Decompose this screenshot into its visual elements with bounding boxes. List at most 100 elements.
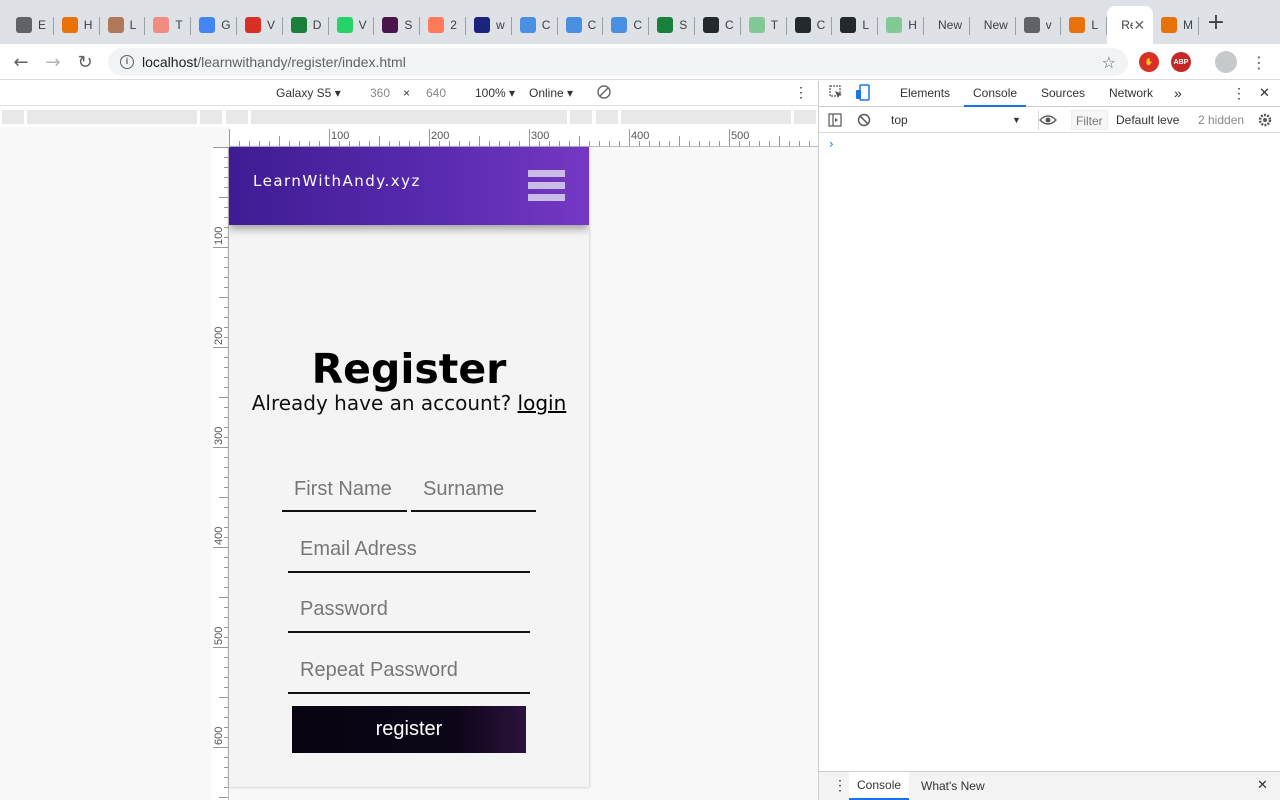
first-name-input[interactable]: First Name bbox=[282, 468, 407, 512]
tab-title: L bbox=[129, 18, 137, 32]
browser-tab[interactable]: C bbox=[512, 8, 558, 42]
register-button[interactable]: register bbox=[292, 706, 526, 753]
browser-tab[interactable]: L bbox=[1061, 8, 1108, 42]
devtools-tab-bar: Elements Console Sources Network » ⋮ ✕ bbox=[819, 81, 1280, 107]
devtools-drawer: ⋮ Console What's New ✕ bbox=[819, 771, 1280, 800]
tab-title: T bbox=[175, 18, 183, 32]
browser-tab[interactable]: v bbox=[1016, 8, 1062, 42]
devtools-menu-icon[interactable]: ⋮ bbox=[1232, 81, 1246, 107]
browser-tab[interactable]: Re ✕ bbox=[1107, 6, 1154, 44]
tab-title: M bbox=[1183, 18, 1193, 32]
browser-tab[interactable]: L bbox=[832, 8, 879, 42]
chrome-menu-icon[interactable]: ⋮ bbox=[1246, 49, 1272, 75]
context-select[interactable]: top bbox=[891, 113, 908, 127]
hamburger-menu-icon[interactable] bbox=[528, 170, 565, 201]
browser-tab[interactable]: S bbox=[649, 8, 695, 42]
device-select[interactable]: Galaxy S5 ▾ bbox=[276, 86, 341, 100]
browser-tab[interactable]: L bbox=[100, 8, 146, 42]
address-bar[interactable]: i localhost/learnwithandy/register/index… bbox=[108, 48, 1128, 76]
browser-tab[interactable]: V bbox=[329, 8, 375, 42]
adblock-hand-icon[interactable]: ✋ bbox=[1139, 52, 1159, 72]
browser-tab[interactable]: C bbox=[603, 8, 650, 42]
site-brand[interactable]: LearnWithAndy.xyz bbox=[253, 172, 421, 190]
throttle-select[interactable]: Online ▾ bbox=[529, 86, 573, 100]
globe-icon bbox=[1023, 17, 1040, 33]
log-levels-select[interactable]: Default leve bbox=[1116, 113, 1179, 127]
repeat-password-input[interactable]: Repeat Password bbox=[288, 648, 530, 694]
reload-icon[interactable]: ↻ bbox=[72, 49, 98, 75]
sheet-icon bbox=[748, 17, 765, 33]
tab-title: C bbox=[816, 18, 826, 32]
device-height[interactable]: 640 bbox=[426, 86, 446, 100]
browser-tab[interactable]: H bbox=[54, 8, 100, 42]
drawer-menu-icon[interactable]: ⋮ bbox=[833, 777, 847, 794]
site-info-icon[interactable]: i bbox=[120, 55, 134, 69]
more-tabs-icon[interactable]: » bbox=[1174, 81, 1182, 107]
page-title: Register bbox=[311, 345, 507, 393]
email-input[interactable]: Email Adress bbox=[288, 528, 530, 573]
tab-title: S bbox=[679, 18, 688, 32]
close-devtools-icon[interactable]: ✕ bbox=[1259, 81, 1270, 107]
abp-extension-icon[interactable]: ABP bbox=[1171, 52, 1191, 72]
forward-icon[interactable]: → bbox=[40, 49, 66, 75]
bookmark-star-icon[interactable]: ☆ bbox=[1102, 53, 1116, 72]
tab-elements[interactable]: Elements bbox=[900, 81, 950, 107]
browser-tab[interactable]: V bbox=[237, 8, 283, 42]
browser-tab[interactable]: M bbox=[1153, 8, 1199, 42]
password-input[interactable]: Password bbox=[288, 588, 530, 633]
browser-tab[interactable]: D bbox=[283, 8, 329, 42]
browser-tab[interactable]: T bbox=[741, 8, 787, 42]
browser-tab[interactable]: H bbox=[878, 8, 924, 42]
xampp-icon bbox=[1069, 17, 1086, 33]
console-prompt-caret[interactable]: › bbox=[829, 137, 834, 151]
browser-tab[interactable]: C bbox=[558, 8, 604, 42]
tab-sources[interactable]: Sources bbox=[1041, 81, 1085, 107]
clear-console-icon[interactable] bbox=[857, 113, 871, 130]
device-toolbar-menu-icon[interactable]: ⋮ bbox=[794, 84, 808, 101]
box-icon bbox=[474, 17, 490, 33]
console-settings-gear-icon[interactable] bbox=[1257, 112, 1273, 131]
ruler-h-label: 200 bbox=[431, 130, 449, 142]
browser-tab[interactable]: C bbox=[787, 8, 833, 42]
sidebar-toggle-icon[interactable] bbox=[828, 113, 842, 130]
tab-title: L bbox=[1091, 18, 1099, 32]
inspect-element-icon[interactable] bbox=[829, 85, 843, 102]
browser-tab[interactable]: G bbox=[191, 8, 237, 42]
tab-console[interactable]: Console bbox=[964, 81, 1027, 107]
surname-input[interactable]: Surname bbox=[411, 468, 536, 512]
login-link[interactable]: login bbox=[518, 391, 567, 415]
ruler-v-label: 500 bbox=[213, 627, 225, 645]
vertical-ruler: 100 200 300 400 500 600 bbox=[211, 147, 229, 800]
tab-network[interactable]: Network bbox=[1109, 81, 1153, 107]
console-filter-input[interactable]: Filter bbox=[1071, 110, 1108, 130]
zoom-select[interactable]: 100% ▾ bbox=[475, 86, 515, 100]
browser-tab[interactable]: New bbox=[970, 8, 1016, 42]
browser-tab[interactable]: w bbox=[466, 8, 512, 42]
browser-tab[interactable]: S bbox=[374, 8, 421, 42]
browser-tab[interactable]: New bbox=[924, 8, 970, 42]
rotate-icon[interactable] bbox=[596, 84, 612, 103]
heart-icon bbox=[519, 17, 536, 33]
device-toggle-icon[interactable] bbox=[855, 84, 871, 105]
tab-title: v bbox=[1045, 18, 1052, 32]
drawer-tab-whats-new[interactable]: What's New bbox=[921, 779, 985, 793]
tab-title: C bbox=[541, 18, 551, 32]
live-expression-eye-icon[interactable] bbox=[1039, 114, 1057, 129]
context-dropdown-icon[interactable]: ▼ bbox=[1012, 115, 1021, 125]
tab-title: H bbox=[908, 18, 917, 32]
new-tab-button[interactable]: + bbox=[1204, 12, 1228, 36]
ruler-h-label: 300 bbox=[531, 130, 549, 142]
ruler-v-label: 300 bbox=[213, 427, 225, 445]
xampp-icon bbox=[1161, 17, 1177, 33]
device-width[interactable]: 360 bbox=[370, 86, 390, 100]
back-icon[interactable]: ← bbox=[8, 49, 34, 75]
profile-avatar-icon[interactable] bbox=[1215, 51, 1237, 73]
close-tab-icon[interactable]: ✕ bbox=[1133, 17, 1145, 34]
browser-tab[interactable]: E bbox=[8, 8, 54, 42]
browser-tab[interactable]: 2 bbox=[420, 8, 466, 42]
browser-tab[interactable]: T bbox=[145, 8, 192, 42]
tab-title: H bbox=[83, 18, 93, 32]
close-drawer-icon[interactable]: ✕ bbox=[1257, 777, 1268, 793]
browser-tab[interactable]: C bbox=[695, 8, 741, 42]
drawer-tab-console[interactable]: Console bbox=[849, 772, 910, 800]
